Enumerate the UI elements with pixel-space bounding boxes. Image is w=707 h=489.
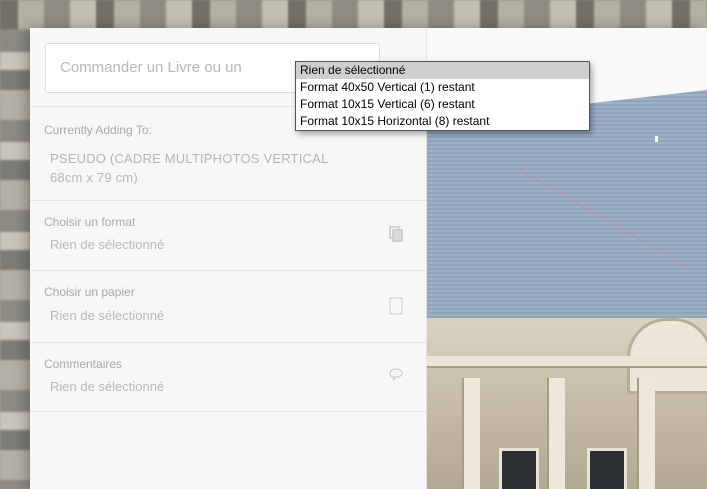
dropdown-option[interactable]: Format 40x50 Vertical (1) restant bbox=[296, 79, 589, 96]
column bbox=[637, 378, 655, 489]
format-dropdown-list[interactable]: Rien de sélectionné Format 40x50 Vertica… bbox=[295, 61, 590, 131]
dropdown-option[interactable]: Rien de sélectionné bbox=[296, 62, 589, 79]
copy-icon bbox=[389, 226, 403, 242]
paper-selector[interactable]: Choisir un papier Rien de sélectionné bbox=[30, 271, 426, 342]
facade-photo bbox=[427, 318, 707, 489]
currently-adding-value: PSEUDO (CADRE MULTIPHOTOS VERTICAL 68cm … bbox=[50, 149, 420, 187]
paper-value: Rien de sélectionné bbox=[50, 308, 165, 323]
currently-adding-label: Currently Adding To: bbox=[44, 123, 152, 137]
page-icon bbox=[389, 297, 403, 315]
background-photo-left bbox=[0, 30, 30, 489]
currently-adding-line1: PSEUDO (CADRE MULTIPHOTOS VERTICAL bbox=[50, 151, 329, 166]
paper-title: Choisir un papier bbox=[44, 285, 135, 299]
format-value: Rien de sélectionné bbox=[50, 237, 165, 252]
comments-selector[interactable]: Commentaires Rien de sélectionné bbox=[30, 343, 426, 411]
column bbox=[547, 378, 565, 489]
dropdown-option[interactable]: Format 10x15 Horizontal (8) restant bbox=[296, 113, 589, 130]
window bbox=[587, 448, 627, 489]
column bbox=[462, 378, 480, 489]
dropdown-option[interactable]: Format 10x15 Vertical (6) restant bbox=[296, 96, 589, 113]
format-selector[interactable]: Choisir un format Rien de sélectionné bbox=[30, 201, 426, 270]
speech-bubble-icon bbox=[389, 368, 403, 381]
comments-value: Rien de sélectionné bbox=[50, 379, 165, 394]
comments-title: Commentaires bbox=[44, 357, 123, 371]
format-title: Choisir un format bbox=[44, 215, 136, 229]
window bbox=[499, 448, 539, 489]
background-photo-top bbox=[0, 0, 707, 30]
currently-adding-line2: 68cm x 79 cm) bbox=[50, 170, 138, 185]
cornice bbox=[427, 356, 707, 368]
photo-mark bbox=[655, 136, 658, 142]
divider bbox=[30, 411, 426, 412]
